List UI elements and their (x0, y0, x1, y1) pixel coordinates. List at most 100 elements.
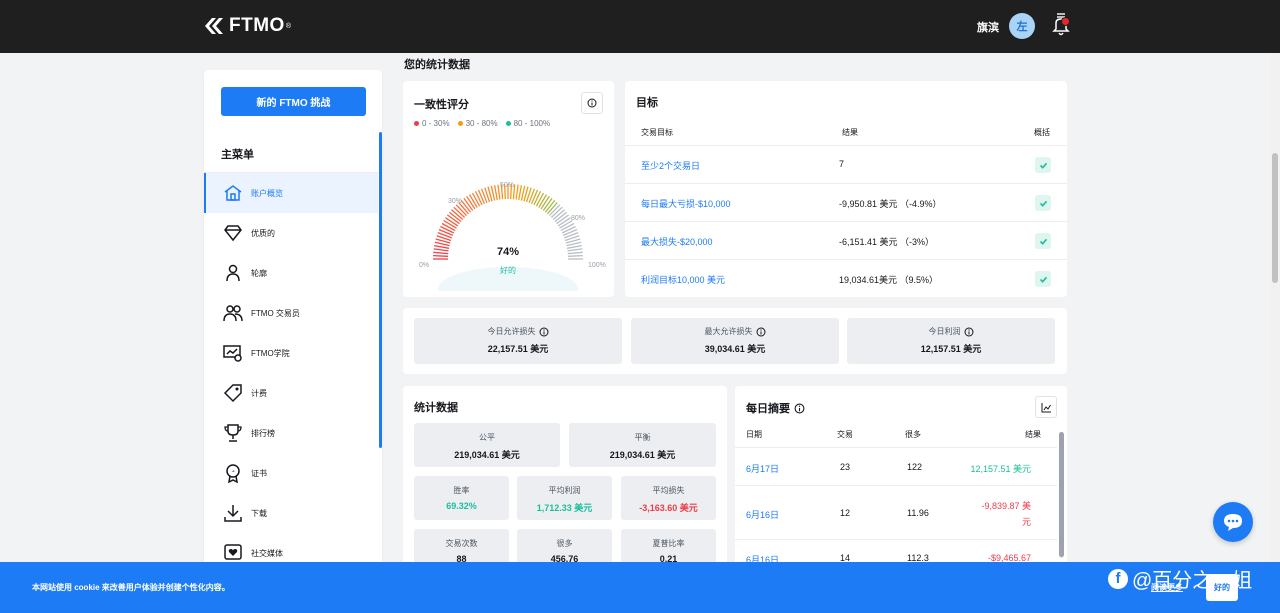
sidebar-item-profile[interactable]: 轮廓 (204, 253, 378, 293)
chart-icon (1041, 402, 1051, 412)
gauge-tick (561, 225, 576, 234)
notification-badge (1061, 17, 1070, 26)
legend-label: 0 - 30% (422, 119, 450, 128)
gauge-label-30: 30% (448, 198, 463, 205)
gauge-tick (535, 192, 545, 207)
trophy-icon (224, 424, 242, 442)
certificate-icon (226, 464, 240, 483)
sidebar-item-label: 计费 (251, 388, 267, 398)
table-row[interactable]: 6月16日 12 11.96 -9,839.87 美 元 (735, 485, 1057, 539)
daily-trades: 23 (840, 462, 851, 472)
daily-scrollbar[interactable] (1059, 432, 1064, 558)
sidebar: 新的 FTMO 挑战 主菜单 账户概览 优质的 轮廓 FTMO 交易员 FTMO… (204, 70, 382, 570)
goals-title: 目标 (636, 97, 658, 109)
goal-name[interactable]: 最大损失-$20,000 (641, 235, 713, 248)
stat-label: 平均损失 (652, 486, 685, 495)
table-row: 最大损失-$20,000 -6,151.41 美元 （-3%） (625, 221, 1067, 259)
daily-header-trades: 交易 (837, 430, 853, 439)
goal-name[interactable]: 利润目标10,000 美元 (641, 273, 725, 286)
consistency-score-rating: 好的 (500, 266, 516, 275)
consistency-title: 一致性评分 (414, 99, 469, 111)
statistics-title: 统计数据 (414, 402, 458, 414)
summary-box-today-profit: 今日利润 12,157.51 美元 (847, 318, 1055, 364)
chart-view-button[interactable] (1035, 396, 1057, 418)
person-icon (226, 264, 240, 282)
page-scrollbar-thumb[interactable] (1272, 153, 1278, 283)
goal-result: -9,950.81 美元 （-4.9%） (839, 199, 942, 209)
summary-label: 最大允许损失 (704, 327, 753, 336)
sidebar-item-traders[interactable]: FTMO 交易员 (204, 293, 378, 333)
stat-label: 平均利润 (548, 486, 581, 495)
stat-label: 很多 (556, 539, 573, 548)
info-icon[interactable] (756, 327, 766, 337)
legend-dot (505, 121, 511, 126)
stat-value: 1,712.33 美元 (536, 503, 593, 513)
user-name[interactable]: 旗滨 (977, 19, 999, 35)
stat-value: 219,034.61 美元 (454, 450, 520, 460)
sidebar-item-label: 社交媒体 (251, 548, 283, 558)
goal-name[interactable]: 每日最大亏损-$10,000 (641, 197, 731, 210)
daily-date[interactable]: 6月16日 (746, 508, 779, 521)
ftmo-logo[interactable]: FTMO ® (203, 15, 291, 37)
info-button[interactable] (581, 92, 603, 114)
stat-balance: 平衡 219,034.61 美元 (569, 423, 716, 467)
info-icon[interactable] (964, 327, 974, 337)
legend-item: 80 - 100% (505, 119, 551, 128)
gauge-tick (493, 185, 498, 201)
stat-label: 胜率 (453, 486, 470, 495)
stat-win-rate: 胜率 69.32% (414, 476, 509, 520)
sidebar-item-label: FTMO学院 (251, 348, 290, 358)
daily-result: -9,839.87 美 (981, 501, 1031, 511)
daily-lots: 11.96 (907, 508, 929, 518)
summary-value: 12,157.51 美元 (920, 344, 982, 354)
daily-summary-title-text: 每日摘要 (746, 403, 790, 415)
summary-box-today-allowed-loss: 今日允许损失 22,157.51 美元 (414, 318, 622, 364)
daily-header-date: 日期 (746, 430, 762, 439)
sidebar-item-certificates[interactable]: 证书 (204, 453, 378, 493)
table-row: 至少2个交易日 7 (625, 145, 1067, 183)
brand-registered-mark: ® (285, 22, 291, 30)
legend-label: 80 - 100% (513, 119, 551, 128)
sidebar-item-downloads[interactable]: 下载 (204, 493, 378, 533)
sidebar-item-account-overview[interactable]: 账户概览 (204, 173, 378, 213)
goal-result: 7 (839, 159, 845, 169)
gauge-tick (518, 185, 523, 201)
legend-dot (414, 121, 419, 126)
page-title: 您的统计数据 (404, 59, 470, 71)
daily-lots: 122 (907, 462, 923, 472)
table-row[interactable]: 6月17日 23 122 12,157.51 美元 (735, 447, 1057, 485)
info-icon[interactable] (539, 327, 549, 337)
goal-name[interactable]: 至少2个交易日 (641, 159, 700, 172)
sidebar-scrollbar[interactable] (379, 132, 382, 448)
stat-label: 平衡 (634, 433, 651, 442)
consistency-score-card: 一致性评分 0 - 30% 30 - 80% 80 - 100% 0% 30% … (403, 81, 614, 297)
cookie-text: 本网站使用 cookie 来改善用户体验并创建个性化内容。 (32, 583, 230, 592)
daily-header-result: 结果 (1025, 430, 1041, 439)
academy-icon (223, 345, 242, 362)
sidebar-item-billing[interactable]: 计费 (204, 373, 378, 413)
stat-value: 69.32% (446, 501, 477, 511)
limits-summary-card: 今日允许损失 22,157.51 美元 最大允许损失 39,034.61 美元 … (403, 308, 1067, 374)
sidebar-item-academy[interactable]: FTMO学院 (204, 333, 378, 373)
sidebar-item-label: 轮廓 (251, 268, 267, 278)
summary-value: 39,034.61 美元 (704, 344, 766, 354)
info-icon[interactable] (794, 403, 805, 414)
table-row: 每日最大亏损-$10,000 -9,950.81 美元 （-4.9%） (625, 183, 1067, 221)
sidebar-item-leaderboard[interactable]: 排行榜 (204, 413, 378, 453)
daily-date[interactable]: 6月17日 (746, 462, 779, 475)
gauge-tick (471, 192, 481, 207)
daily-summary-title: 每日摘要 (746, 400, 805, 416)
sidebar-item-premium[interactable]: 优质的 (204, 213, 378, 253)
sidebar-item-label: 证书 (251, 468, 267, 478)
stat-equity: 公平 219,034.61 美元 (414, 423, 560, 467)
page-scrollbar[interactable] (1270, 53, 1280, 613)
gauge-tick (560, 222, 575, 232)
daily-scrollbar-thumb[interactable] (1059, 432, 1064, 557)
summary-value: 22,157.51 美元 (487, 344, 549, 354)
diamond-icon (224, 225, 242, 242)
heart-icon (224, 544, 242, 560)
check-icon (1035, 195, 1051, 211)
new-challenge-button[interactable]: 新的 FTMO 挑战 (221, 87, 366, 116)
avatar[interactable]: 左 (1009, 13, 1035, 39)
chat-button[interactable] (1213, 502, 1253, 542)
